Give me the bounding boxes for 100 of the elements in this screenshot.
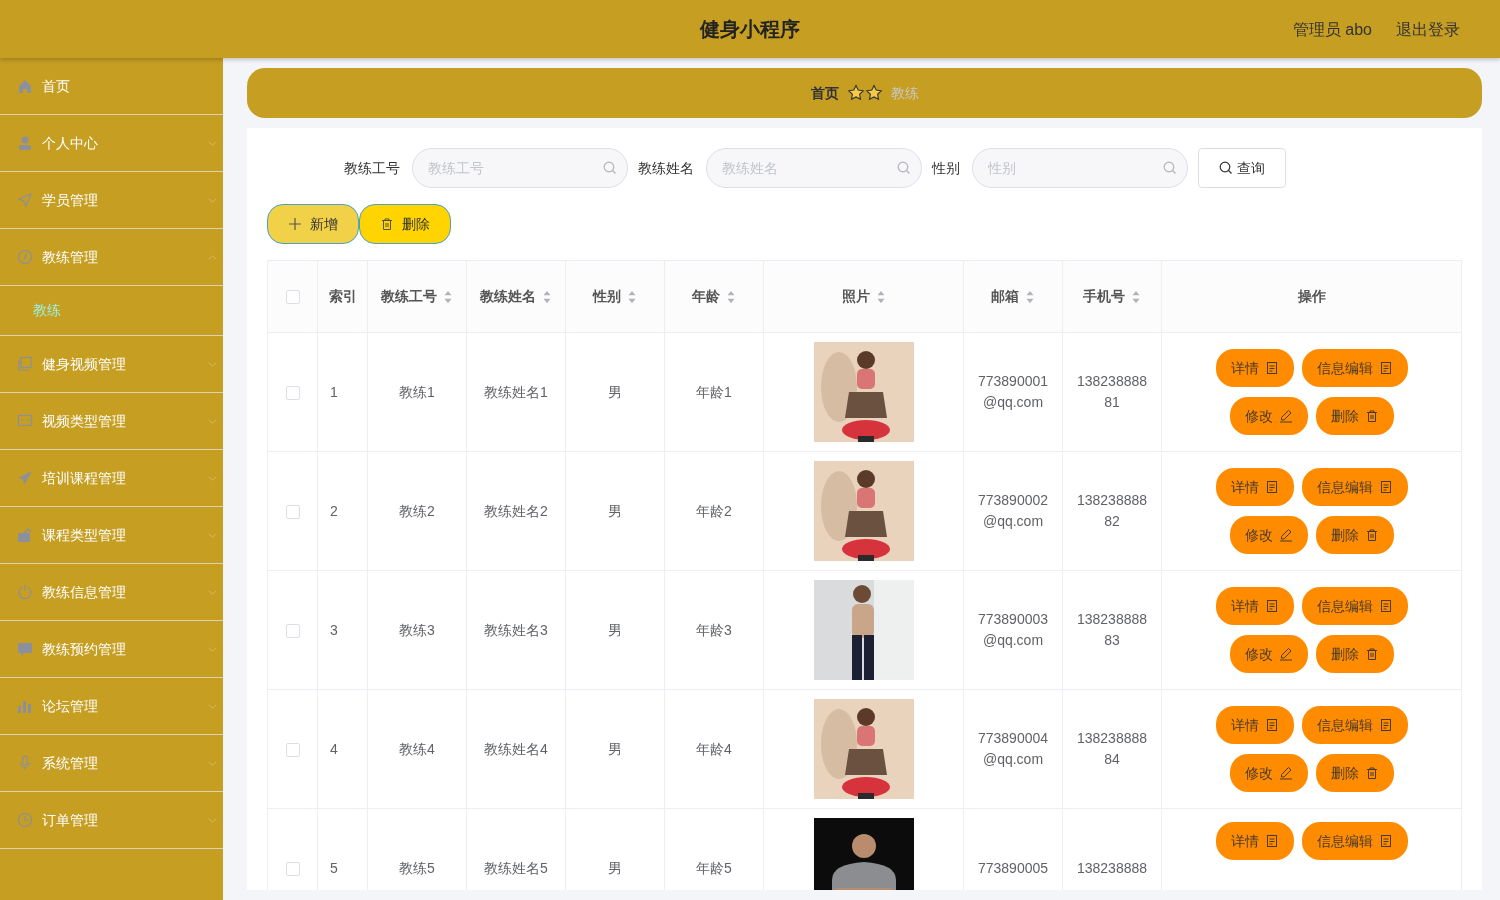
chevron-icon	[208, 416, 217, 426]
document-icon	[1378, 718, 1393, 732]
sidebar-item[interactable]: 视频类型管理	[0, 393, 223, 450]
details-button[interactable]: 详情	[1215, 706, 1294, 744]
sidebar-item[interactable]: 教练信息管理	[0, 564, 223, 621]
chevron-icon	[208, 359, 217, 369]
sort-icon	[875, 290, 886, 305]
star-icon	[846, 84, 865, 102]
trash-icon	[1364, 528, 1379, 542]
row-checkbox[interactable]	[285, 861, 300, 876]
document-icon	[1264, 834, 1279, 848]
sidebar-item[interactable]: 教练预约管理	[0, 621, 223, 678]
column-header[interactable]: 索引	[328, 288, 357, 304]
edit-info-button[interactable]: 信息编辑	[1301, 706, 1408, 744]
select-all-checkbox[interactable]	[285, 290, 300, 305]
table-cell: 教练5	[399, 859, 435, 876]
table-cell: 教练1	[399, 383, 435, 400]
power-icon	[17, 584, 33, 600]
add-button[interactable]: 新增	[267, 204, 359, 244]
column-header[interactable]: 年龄	[692, 288, 736, 304]
column-header[interactable]: 教练姓名	[480, 288, 552, 304]
send-icon	[17, 192, 33, 208]
delete-button[interactable]: 删除	[1315, 516, 1394, 554]
table-cell: 教练姓名2	[484, 502, 548, 519]
logout-link[interactable]: 退出登录	[1396, 18, 1460, 42]
table-cell: 138238888	[1076, 859, 1148, 876]
star-icon	[864, 84, 883, 102]
field-label: 性别	[931, 158, 960, 178]
chevron-icon	[208, 195, 217, 205]
row-checkbox[interactable]	[285, 742, 300, 757]
sidebar-item[interactable]: 教练管理	[0, 229, 223, 286]
table-cell: 3	[330, 621, 338, 638]
delete-button[interactable]: 删除	[1315, 754, 1394, 792]
modify-button[interactable]: 修改	[1229, 754, 1308, 792]
pencil-icon	[1278, 409, 1293, 423]
search-icon	[896, 161, 911, 175]
table-cell: 年龄2	[696, 502, 732, 519]
sort-icon	[542, 290, 552, 305]
table-cell: 13823888884	[1076, 730, 1148, 767]
table-cell: 773890005	[977, 859, 1049, 876]
details-button[interactable]: 详情	[1215, 349, 1294, 387]
pencil-icon	[1278, 766, 1293, 780]
details-button[interactable]: 详情	[1215, 822, 1294, 860]
table-cell: 773890001@qq.com	[977, 373, 1049, 410]
plus-icon	[288, 217, 302, 231]
table-cell: 男	[608, 740, 622, 757]
sidebar-item[interactable]: 课程类型管理	[0, 507, 223, 564]
modify-button[interactable]: 修改	[1229, 635, 1308, 673]
table-cell: 男	[608, 621, 622, 638]
table-cell: 教练姓名1	[484, 383, 548, 400]
delete-button[interactable]: 删除	[1315, 397, 1394, 435]
delete-button[interactable]: 删除	[359, 204, 451, 244]
table-cell: 教练姓名4	[484, 740, 548, 757]
row-checkbox[interactable]	[285, 385, 300, 400]
column-header[interactable]: 照片	[841, 288, 886, 304]
edit-info-button[interactable]: 信息编辑	[1301, 822, 1408, 860]
table-cell: 男	[608, 859, 622, 876]
sidebar-item[interactable]: 首页	[0, 58, 223, 115]
sidebar-item[interactable]: 培训课程管理	[0, 450, 223, 507]
column-header[interactable]: 操作	[1297, 288, 1326, 304]
table-cell: 男	[608, 502, 622, 519]
modify-button[interactable]: 修改	[1229, 397, 1308, 435]
sidebar-item[interactable]: 订单管理	[0, 792, 223, 849]
sidebar-item[interactable]: 系统管理	[0, 735, 223, 792]
table-cell: 教练2	[399, 502, 435, 519]
delete-button[interactable]: 删除	[1315, 635, 1394, 673]
chevron-icon	[208, 644, 217, 654]
trash-icon	[1364, 766, 1379, 780]
details-button[interactable]: 详情	[1215, 468, 1294, 506]
row-checkbox[interactable]	[285, 623, 300, 638]
document-icon	[1264, 480, 1279, 494]
table-cell: 2	[330, 502, 338, 519]
sort-icon	[1131, 290, 1141, 305]
document-icon	[1264, 599, 1279, 613]
chevron-icon	[208, 815, 217, 825]
document-icon	[1378, 361, 1393, 375]
column-header[interactable]: 手机号	[1083, 288, 1141, 304]
column-header[interactable]: 邮箱	[991, 288, 1035, 304]
column-header[interactable]: 性别	[593, 288, 637, 304]
document-icon	[1264, 718, 1279, 732]
search-button[interactable]: 查询	[1197, 148, 1286, 188]
table-cell: 13823888882	[1076, 492, 1148, 529]
edit-info-button[interactable]: 信息编辑	[1301, 587, 1408, 625]
chevron-icon	[208, 473, 217, 483]
column-header[interactable]: 教练工号	[381, 288, 453, 304]
sidebar-item[interactable]: 健身视频管理	[0, 336, 223, 393]
sidebar-item[interactable]: 论坛管理	[0, 678, 223, 735]
table-cell: 教练4	[399, 740, 435, 757]
breadcrumb-link[interactable]: 首页	[810, 82, 839, 104]
chevron-icon	[208, 701, 217, 711]
edit-info-button[interactable]: 信息编辑	[1301, 349, 1408, 387]
details-button[interactable]: 详情	[1215, 587, 1294, 625]
sidebar-item[interactable]: 学员管理	[0, 172, 223, 229]
chevron-icon	[208, 138, 217, 148]
admin-name: 管理员 abo	[1292, 20, 1372, 40]
modify-button[interactable]: 修改	[1229, 516, 1308, 554]
sidebar-item[interactable]: 个人中心	[0, 115, 223, 172]
bar-chart-icon	[17, 698, 33, 714]
edit-info-button[interactable]: 信息编辑	[1301, 468, 1408, 506]
row-checkbox[interactable]	[285, 504, 300, 519]
